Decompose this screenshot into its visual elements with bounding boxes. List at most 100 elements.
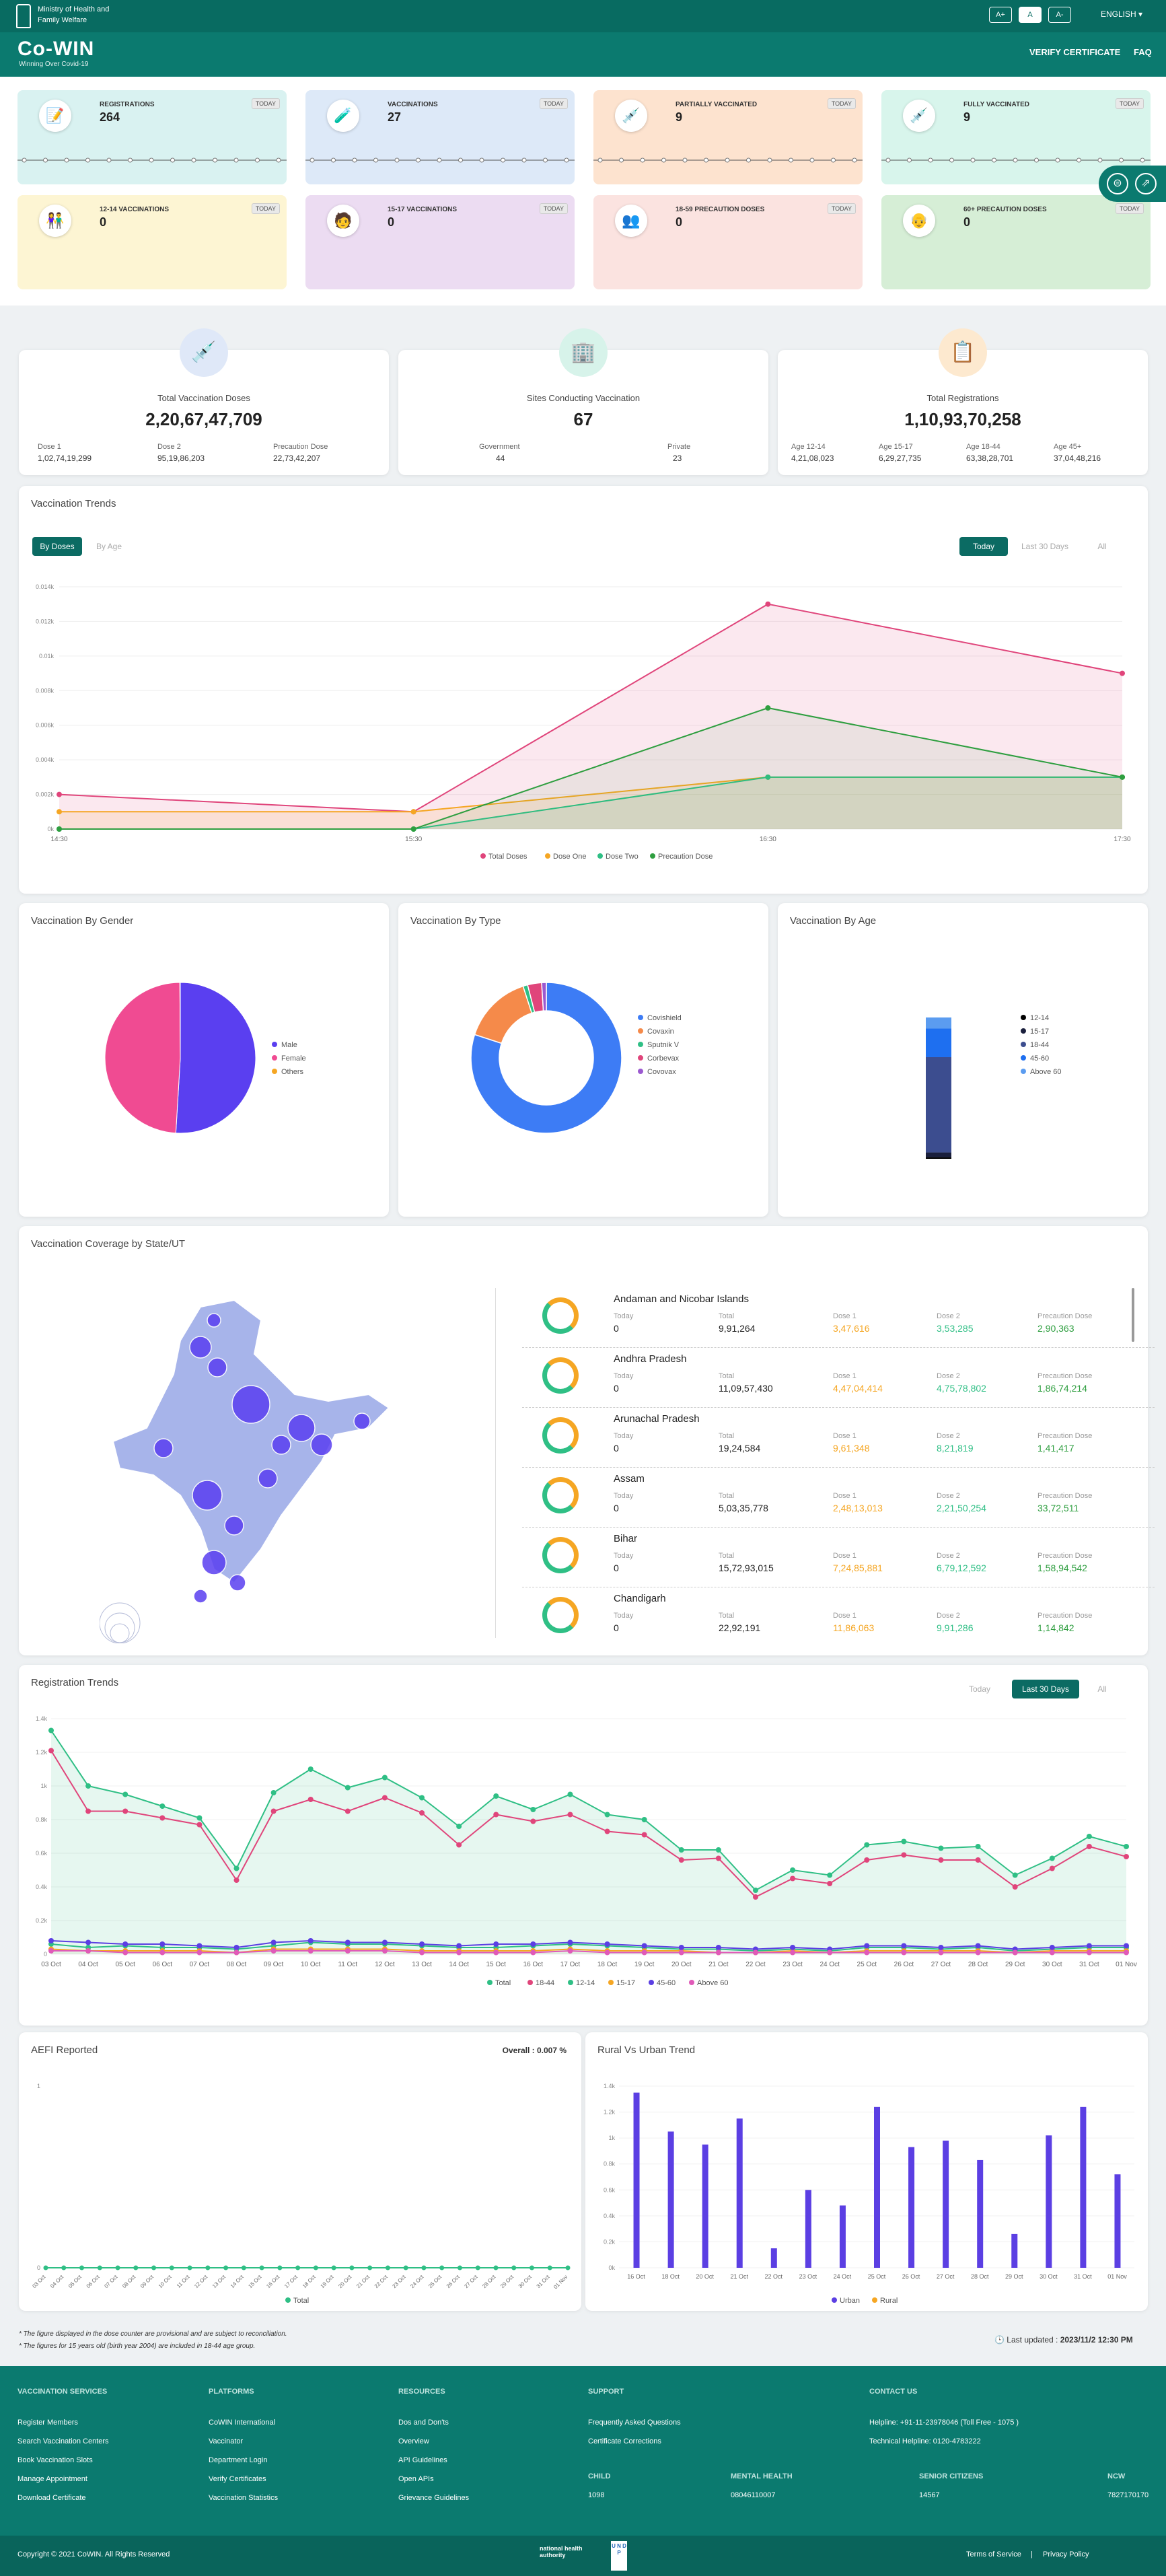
- data-point[interactable]: [410, 809, 416, 815]
- data-point[interactable]: [196, 1943, 203, 1949]
- legend-label[interactable]: 45-60: [657, 1979, 676, 1987]
- data-point[interactable]: [196, 1949, 203, 1956]
- legend-label[interactable]: 18-44: [1030, 1041, 1049, 1049]
- data-point[interactable]: [270, 1939, 277, 1945]
- data-point[interactable]: [85, 1948, 92, 1954]
- data-point[interactable]: [790, 1949, 796, 1956]
- data-point[interactable]: [457, 2265, 462, 2270]
- state-row[interactable]: Assam Today 0 Total 5,03,35,778 Dose 1 2,48,13…: [522, 1468, 1155, 1528]
- legend-label[interactable]: Above 60: [1030, 1068, 1061, 1076]
- legend-label[interactable]: Total: [293, 2297, 309, 2305]
- reg-tab-last-30-days[interactable]: Last 30 Days: [1012, 1680, 1079, 1698]
- data-point[interactable]: [565, 2265, 571, 2270]
- data-point[interactable]: [1124, 1854, 1129, 1859]
- data-point[interactable]: [752, 1888, 758, 1893]
- data-point[interactable]: [277, 2265, 283, 2270]
- data-point[interactable]: [1086, 1844, 1092, 1849]
- data-point[interactable]: [975, 1857, 981, 1863]
- data-point[interactable]: [938, 1857, 944, 1863]
- data-point[interactable]: [196, 1822, 203, 1828]
- legend-label[interactable]: Corbevax: [647, 1054, 680, 1063]
- tab-last-30-days[interactable]: Last 30 Days: [1015, 537, 1075, 556]
- stacked-bar-segment[interactable]: [926, 1157, 951, 1159]
- data-point[interactable]: [901, 1838, 907, 1845]
- legend-label[interactable]: 18-44: [536, 1979, 554, 1987]
- data-point[interactable]: [367, 2265, 373, 2270]
- data-point[interactable]: [493, 1941, 499, 1947]
- data-point[interactable]: [715, 1847, 721, 1853]
- data-point[interactable]: [307, 1766, 314, 1772]
- data-point[interactable]: [493, 1949, 499, 1956]
- footer-link[interactable]: API Guidelines: [398, 2456, 447, 2464]
- data-point[interactable]: [864, 1949, 870, 1956]
- data-point[interactable]: [901, 1852, 907, 1858]
- legend-label[interactable]: Covaxin: [647, 1028, 674, 1036]
- data-point[interactable]: [439, 2265, 445, 2270]
- urban-bar[interactable]: [839, 2205, 846, 2268]
- scrollbar-thumb[interactable]: [1132, 1288, 1134, 1342]
- share-icon[interactable]: ⇗: [1135, 173, 1157, 194]
- footer-link[interactable]: Grievance Guidelines: [398, 2494, 469, 2502]
- data-point[interactable]: [975, 1943, 981, 1949]
- stacked-bar-segment[interactable]: [926, 1017, 951, 1029]
- data-point[interactable]: [530, 1941, 536, 1947]
- data-point[interactable]: [233, 1945, 240, 1950]
- data-point[interactable]: [159, 1941, 166, 1947]
- data-point[interactable]: [1049, 1865, 1055, 1871]
- data-point[interactable]: [604, 1941, 610, 1947]
- data-point[interactable]: [307, 1948, 314, 1954]
- data-point[interactable]: [115, 2265, 120, 2270]
- data-point[interactable]: [233, 1877, 240, 1883]
- reg-tab-all[interactable]: All: [1089, 1680, 1116, 1698]
- stacked-bar-segment[interactable]: [926, 1028, 951, 1057]
- legend-label[interactable]: Female: [281, 1054, 306, 1063]
- india-map[interactable]: [100, 1293, 436, 1643]
- data-point[interactable]: [529, 2265, 534, 2270]
- data-point[interactable]: [864, 1857, 870, 1863]
- data-point[interactable]: [678, 1945, 684, 1950]
- stat-card-15-17-vaccinations[interactable]: 🧑 15-17 VACCINATIONS 0 TODAY: [305, 195, 575, 289]
- data-point[interactable]: [122, 1941, 129, 1947]
- state-row[interactable]: Andaman and Nicobar Islands Today 0 Total 9,…: [522, 1288, 1155, 1348]
- data-point[interactable]: [48, 1748, 54, 1754]
- data-point[interactable]: [475, 2265, 480, 2270]
- data-point[interactable]: [381, 1948, 388, 1954]
- urban-bar[interactable]: [736, 2118, 743, 2268]
- footer-link[interactable]: Certificate Corrections: [588, 2437, 661, 2445]
- data-point[interactable]: [1012, 1949, 1018, 1956]
- data-point[interactable]: [85, 1808, 92, 1814]
- data-point[interactable]: [567, 1812, 573, 1818]
- data-point[interactable]: [48, 1727, 54, 1733]
- stat-card-12-14-vaccinations[interactable]: 👫 12-14 VACCINATIONS 0 TODAY: [17, 195, 287, 289]
- data-point[interactable]: [864, 1943, 870, 1949]
- data-point[interactable]: [765, 601, 771, 607]
- data-point[interactable]: [938, 1949, 944, 1956]
- data-point[interactable]: [790, 1867, 796, 1873]
- data-point[interactable]: [604, 1828, 610, 1834]
- stacked-bar-segment[interactable]: [926, 1057, 951, 1153]
- data-point[interactable]: [151, 2265, 157, 2270]
- data-point[interactable]: [381, 1775, 388, 1781]
- stat-card-partially-vaccinated[interactable]: 💉 PARTIALLY VACCINATED 9 TODAY: [593, 90, 863, 184]
- font-decrease-button[interactable]: A-: [1048, 7, 1071, 23]
- urban-bar[interactable]: [805, 2190, 811, 2268]
- tab-all[interactable]: All: [1089, 537, 1116, 556]
- data-point[interactable]: [122, 1949, 129, 1956]
- stat-card-18-59-precaution-doses[interactable]: 👥 18-59 PRECAUTION DOSES 0 TODAY: [593, 195, 863, 289]
- data-point[interactable]: [641, 1817, 647, 1822]
- stat-card-60-precaution-doses[interactable]: 👴 60+ PRECAUTION DOSES 0 TODAY: [881, 195, 1151, 289]
- data-point[interactable]: [159, 1949, 166, 1956]
- data-point[interactable]: [604, 1949, 610, 1956]
- data-point[interactable]: [493, 2265, 499, 2270]
- data-point[interactable]: [344, 1939, 351, 1945]
- data-point[interactable]: [456, 1949, 462, 1956]
- legend-label[interactable]: 45-60: [1030, 1054, 1049, 1063]
- footer-link[interactable]: CoWIN International: [209, 2419, 275, 2427]
- data-point[interactable]: [1124, 1844, 1129, 1849]
- legend-label[interactable]: 15-17: [616, 1979, 635, 1987]
- data-point[interactable]: [1086, 1834, 1092, 1839]
- urban-bar[interactable]: [874, 2106, 880, 2268]
- data-point[interactable]: [196, 1815, 203, 1821]
- privacy-link[interactable]: Privacy Policy: [1043, 2550, 1089, 2559]
- footer-link[interactable]: Department Login: [209, 2456, 267, 2464]
